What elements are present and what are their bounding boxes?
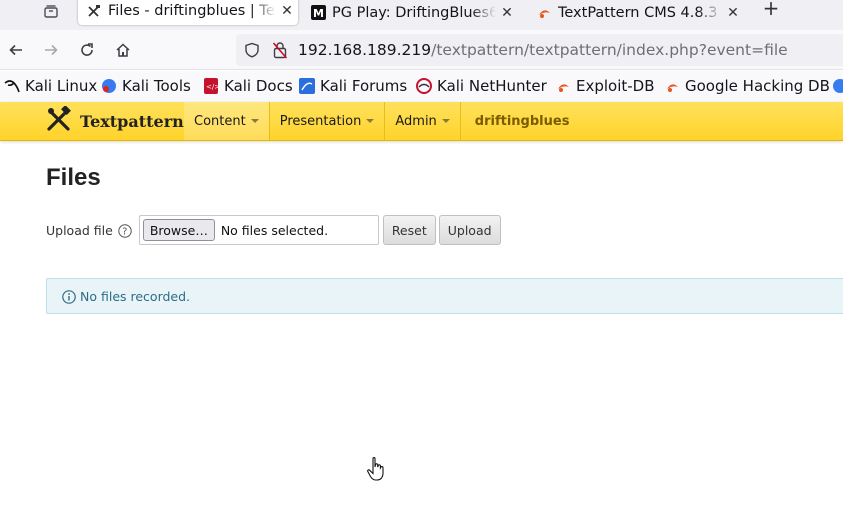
bookmark-label: Kali Docs: [224, 77, 293, 95]
tab-title: TextPattern CMS 4.8.3: [558, 4, 718, 21]
textpattern-logo-text: Textpattern: [80, 111, 184, 131]
textpattern-logo[interactable]: Textpattern: [46, 105, 184, 136]
bookmark-label: Kali Linux: [25, 77, 98, 95]
home-icon[interactable]: [111, 38, 135, 62]
new-tab-plus-icon[interactable]: +: [760, 0, 782, 18]
file-input[interactable]: Browse… No files selected.: [138, 215, 379, 245]
no-files-message-box: No files recorded.: [46, 278, 843, 314]
bookmark-kali-forums[interactable]: Kali Forums: [299, 76, 407, 96]
bookmark-overflow[interactable]: [832, 76, 843, 96]
nav-content-menu[interactable]: Content: [184, 102, 270, 140]
nav-admin-menu[interactable]: Admin: [385, 102, 461, 140]
insecure-lock-icon[interactable]: [272, 41, 288, 59]
bookmark-label: Exploit-DB: [576, 77, 655, 95]
forward-arrow-icon[interactable]: [39, 38, 63, 62]
close-tab-icon[interactable]: ✕: [722, 5, 744, 21]
upload-button[interactable]: Upload: [438, 215, 501, 245]
info-icon: [62, 289, 76, 304]
bookmark-label: Kali Forums: [320, 77, 408, 95]
tab-title: Files - driftingblues | Textpattern CMS: [108, 3, 276, 19]
nav-presentation-label: Presentation: [279, 113, 362, 129]
browser-navigation-bar: 192.168.189.219/textpattern/textpattern/…: [0, 30, 843, 70]
tab-pg-play[interactable]: M PG Play: DriftingBlues6 ✕: [306, 0, 518, 25]
upload-file-label: Upload file: [46, 222, 113, 238]
bookmark-kali-docs[interactable]: </> Kali Docs: [203, 76, 293, 96]
ghdb-icon: [664, 78, 680, 94]
page-title: Files: [46, 164, 101, 191]
bookmark-kali-tools[interactable]: Kali Tools: [101, 76, 191, 96]
upload-file-form: Upload file ? Browse… No files selected.…: [46, 215, 501, 245]
kali-dragon-icon: [4, 78, 20, 94]
url-path: /textpattern/textpattern/index.php?event…: [431, 41, 788, 59]
textpattern-tools-icon: [46, 105, 72, 136]
hand-pointer-cursor-icon: [366, 456, 386, 482]
nav-presentation-menu[interactable]: Presentation: [270, 102, 386, 140]
view-site-link[interactable]: driftingblues: [461, 102, 580, 140]
close-tab-icon[interactable]: ✕: [496, 5, 518, 21]
url-bar[interactable]: 192.168.189.219/textpattern/textpattern/…: [236, 34, 843, 66]
tab-title: PG Play: DriftingBlues6: [332, 4, 496, 21]
tab-list-icon[interactable]: [40, 1, 62, 21]
caret-down-icon: [250, 119, 259, 123]
kali-forums-icon: [299, 78, 315, 94]
caret-down-icon: [366, 119, 375, 123]
url-host: 192.168.189.219: [298, 41, 432, 59]
nav-content-label: Content: [194, 113, 246, 129]
bookmark-label: Kali NetHunter: [437, 77, 547, 95]
bookmarks-toolbar: Kali Linux Kali Tools </> Kali Docs Kali…: [0, 71, 843, 102]
tracking-protection-shield-icon[interactable]: [244, 42, 260, 58]
textpattern-main-nav: Content Presentation Admin driftingblues: [184, 102, 579, 140]
bookmark-overflow-icon: [832, 78, 843, 94]
kali-tools-icon: [101, 78, 117, 94]
vulnhub-icon: M: [310, 5, 326, 21]
svg-text:?: ?: [122, 227, 127, 238]
tab-textpattern-exploit[interactable]: TextPattern CMS 4.8.3 ✕: [532, 0, 744, 25]
close-tab-icon[interactable]: ✕: [276, 3, 298, 19]
svg-text:M: M: [313, 7, 324, 20]
bookmark-kali-linux[interactable]: Kali Linux: [4, 76, 97, 96]
bookmark-label: Kali Tools: [122, 77, 191, 95]
tab-files-driftingblues[interactable]: Files - driftingblues | Textpattern CMS …: [78, 0, 298, 25]
caret-down-icon: [441, 119, 450, 123]
browse-button[interactable]: Browse…: [142, 219, 215, 241]
url-text[interactable]: 192.168.189.219/textpattern/textpattern/…: [298, 41, 788, 59]
textpattern-icon: [86, 3, 102, 19]
nethunter-icon: [416, 78, 432, 94]
nav-admin-label: Admin: [395, 113, 437, 129]
bookmark-kali-nethunter[interactable]: Kali NetHunter: [416, 76, 547, 96]
exploit-db-icon: [536, 5, 552, 21]
textpattern-header: Textpattern Content Presentation Admin d…: [0, 102, 843, 141]
exploit-db-icon: [555, 78, 571, 94]
browser-tab-strip: Files - driftingblues | Textpattern CMS …: [0, 0, 843, 30]
file-selection-status: No files selected.: [220, 222, 329, 238]
bookmark-google-hacking-db[interactable]: Google Hacking DB: [664, 76, 830, 96]
help-question-icon[interactable]: ?: [118, 223, 132, 238]
kali-docs-icon: </>: [203, 78, 219, 94]
bookmark-exploit-db[interactable]: Exploit-DB: [555, 76, 655, 96]
no-files-message: No files recorded.: [80, 288, 191, 304]
reset-button[interactable]: Reset: [382, 215, 436, 245]
bookmark-label: Google Hacking DB: [685, 77, 830, 95]
svg-text:</>: </>: [206, 83, 218, 91]
reload-icon[interactable]: [75, 38, 99, 62]
back-arrow-icon[interactable]: [4, 38, 28, 62]
